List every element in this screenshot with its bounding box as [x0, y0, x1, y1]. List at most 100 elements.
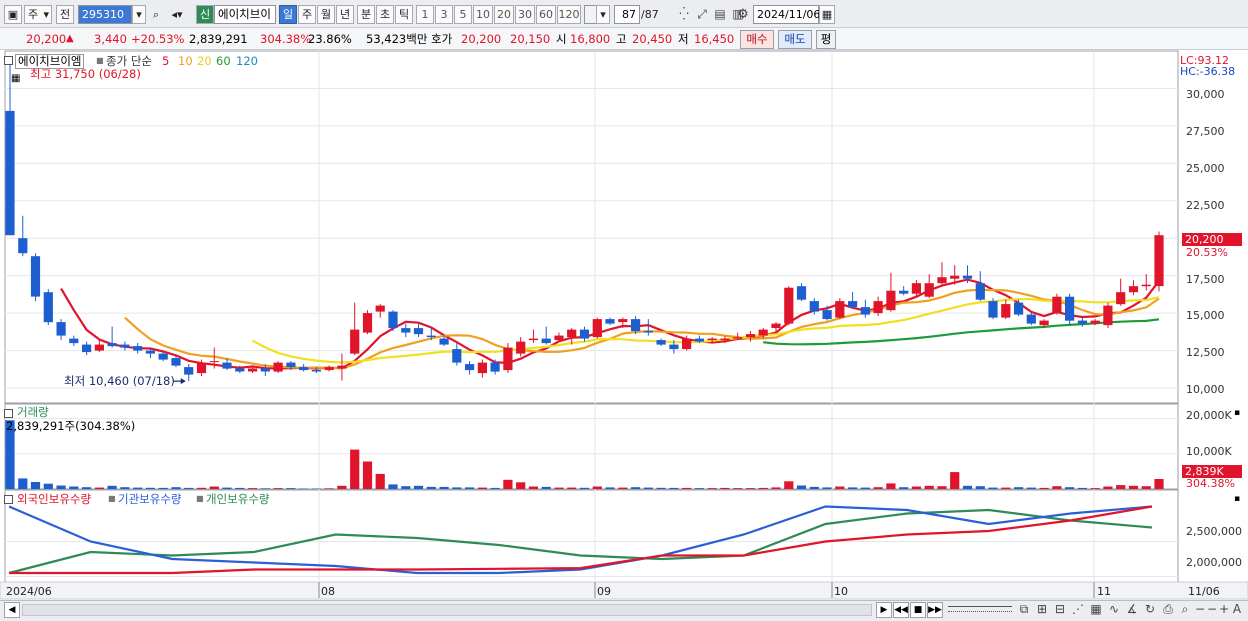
candle-body [362, 313, 373, 333]
volume-bar [324, 488, 334, 489]
candle-body [209, 361, 219, 363]
candle-body [848, 301, 858, 308]
volume-bar [413, 485, 424, 489]
volume-current: 2,839,291주(304.38%) [6, 419, 136, 433]
holding-close-icon[interactable]: ▪ [1234, 492, 1240, 506]
candle-body [937, 277, 947, 284]
zoom-slider[interactable] [948, 606, 1012, 612]
fast-forward-icon[interactable]: ▶▶ [927, 602, 943, 618]
x-label-11: 11 [1097, 585, 1111, 598]
horizontal-scrollbar[interactable] [22, 604, 872, 616]
volume-bar [196, 487, 207, 489]
volume-bar [605, 487, 615, 489]
individual-holding-label: 개인보유수량 [206, 492, 270, 506]
volume-bar [1141, 486, 1151, 489]
volume-bar [835, 486, 845, 489]
x-label-2024-06: 2024/06 [6, 585, 52, 598]
candle-body [567, 329, 577, 338]
grid-icon[interactable]: ▦ [1088, 600, 1104, 619]
candle-body [18, 238, 28, 254]
candle-body [120, 344, 130, 348]
refresh-icon[interactable]: ↻ [1142, 600, 1158, 619]
candle-body [1077, 320, 1087, 324]
volume-bar [503, 479, 513, 489]
volume-bar [554, 487, 564, 489]
volume-bar [771, 487, 781, 489]
zoom-in-icon[interactable]: + [1218, 600, 1230, 619]
copy-icon[interactable]: ⧉ [1016, 600, 1032, 619]
zoom-out-icon[interactable]: − [1194, 600, 1206, 619]
volume-bar [184, 487, 194, 489]
font-size-icon[interactable]: A [1230, 600, 1244, 619]
candle-body [477, 362, 487, 374]
wave-icon[interactable]: ∿ [1106, 600, 1122, 619]
hold-tick-2000000: 2,000,000 [1186, 556, 1242, 569]
minus-icon[interactable]: − [1206, 600, 1218, 619]
x-label-10: 10 [834, 585, 848, 598]
volume-bar [401, 486, 411, 489]
candle-body [873, 301, 883, 314]
y-tick-22500: 22,500 [1186, 199, 1225, 212]
candle-body [401, 328, 411, 333]
foreign-holding-label: 외국인보유수량 [17, 492, 92, 506]
scroll-right-icon[interactable]: ▶ [876, 602, 892, 618]
candle-body [235, 368, 245, 372]
holding-panel-box-icon[interactable] [4, 495, 13, 504]
scroll-left-icon[interactable]: ◀ [4, 602, 20, 618]
y-tick-12500: 12,500 [1186, 346, 1225, 359]
candle-body [528, 338, 538, 341]
magnifier-icon[interactable]: ⌕ [1178, 600, 1192, 619]
layers-icon[interactable]: ⊟ [1052, 600, 1068, 619]
candle-body [82, 344, 92, 353]
vol-tick-20000k: 20,000K [1186, 409, 1232, 422]
y-tick-25000: 25,000 [1186, 162, 1225, 175]
print-icon[interactable]: ⎙ [1160, 600, 1176, 619]
volume-bar [375, 473, 385, 489]
candle-body [975, 283, 985, 300]
candle-body [324, 367, 334, 371]
last-price-tag: 20,200 [1182, 233, 1242, 246]
stock-chart[interactable] [0, 0, 1248, 621]
volume-bar [579, 487, 590, 489]
volume-bar [911, 486, 921, 489]
volume-bar [235, 487, 245, 489]
volume-close-icon[interactable]: ▪ [1234, 406, 1240, 420]
panel-box-icon[interactable] [4, 56, 13, 65]
volume-bar [720, 487, 730, 489]
y-tick-30000: 30,000 [1186, 88, 1225, 101]
candle-body [452, 349, 462, 363]
candle-body [618, 319, 628, 323]
volume-bar [56, 485, 66, 489]
pattern-icon[interactable]: ⋰ [1070, 600, 1086, 619]
window-icon[interactable]: ⊞ [1034, 600, 1050, 619]
candle-body [1103, 305, 1113, 326]
stop-icon[interactable]: ■ [910, 602, 926, 618]
rewind-icon[interactable]: ◀◀ [893, 602, 909, 618]
legend-square-icon-2: ■ [196, 494, 204, 503]
volume-bar [784, 481, 794, 489]
candle-body [911, 283, 921, 294]
candle-body [43, 292, 53, 323]
candle-body [835, 301, 845, 318]
volume-bar [490, 487, 500, 489]
x-label-08: 08 [321, 585, 335, 598]
candle-body [707, 338, 717, 341]
volume-bar [1065, 487, 1075, 489]
volume-title: 거래량 [17, 405, 49, 419]
volume-bar [1128, 485, 1139, 489]
trend-icon[interactable]: ∡ [1124, 600, 1140, 619]
candle-body [592, 319, 602, 338]
volume-bar [133, 487, 143, 489]
candle-body [56, 322, 66, 336]
candle-body [682, 338, 692, 350]
volume-bar [733, 488, 743, 489]
volume-bar [209, 486, 219, 489]
candle-body [439, 338, 449, 345]
volume-panel-box-icon[interactable] [4, 409, 13, 418]
candle-body [988, 301, 998, 318]
hc-value: HC:-36.38 [1180, 65, 1236, 78]
volume-bar [1039, 487, 1049, 489]
legend-square-icon: ■ [108, 494, 116, 503]
volume-bar [1052, 486, 1062, 489]
candle-body [886, 290, 896, 311]
